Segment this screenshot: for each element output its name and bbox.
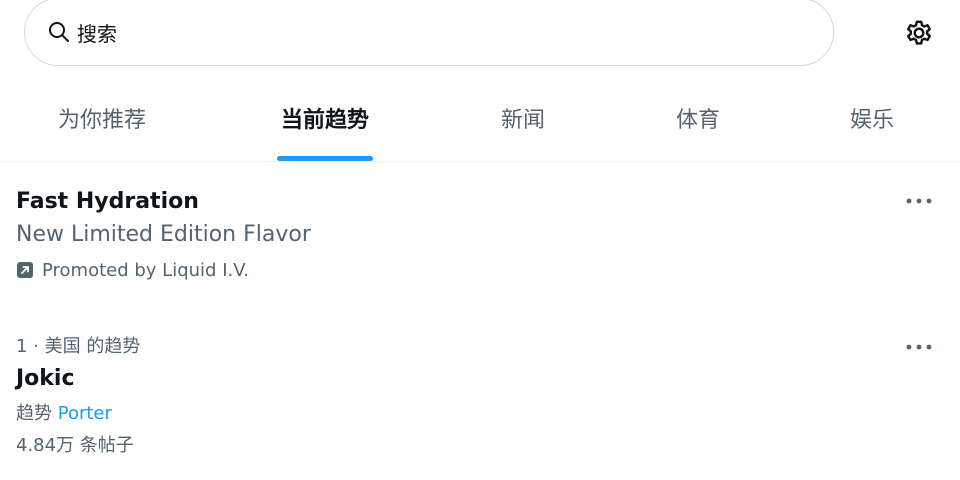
more-horizontal-icon [906,344,932,350]
trend-item[interactable]: 1 · 美国 的趋势 Jokic 趋势 Porter 4.84万 条帖子 [16,333,936,465]
tab-entertainment[interactable]: 娱乐 [784,88,960,161]
tab-label: 娱乐 [849,108,894,133]
tab-bar: 为你推荐 当前趋势 新闻 体育 娱乐 [0,88,960,162]
active-tab-indicator [277,156,373,161]
trend-subtitle: New Limited Edition Flavor [16,222,311,247]
tab-news[interactable]: 新闻 [435,88,611,161]
tab-label: 当前趋势 [280,108,369,133]
tab-label: 体育 [675,108,720,133]
trend-post-count: 4.84万 条帖子 [16,435,134,456]
search-bar[interactable]: 搜索 [24,0,834,66]
more-options-button[interactable] [902,190,936,212]
promoted-arrow-icon [16,261,34,279]
tab-label: 新闻 [500,108,545,133]
promoted-label: Promoted by Liquid I.V. [16,252,936,288]
trend-title: Fast Hydration [16,189,199,214]
trend-related: 趋势 Porter [16,397,936,431]
search-input[interactable]: 搜索 [77,18,117,47]
trend-related-prefix: 趋势 [16,403,52,424]
tab-trending[interactable]: 当前趋势 [237,88,413,161]
promoted-text: Promoted by Liquid I.V. [42,259,249,281]
promoted-trend-item[interactable]: Fast Hydration New Limited Edition Flavo… [16,186,936,296]
tab-for-you[interactable]: 为你推荐 [14,88,190,161]
tab-label: 为你推荐 [57,108,146,133]
tab-sports[interactable]: 体育 [610,88,786,161]
trend-title: Jokic [16,366,75,391]
search-icon [47,20,71,44]
more-horizontal-icon [906,198,932,204]
trend-context: 1 · 美国 的趋势 [16,336,141,357]
gear-icon[interactable] [903,17,935,49]
trend-related-link[interactable]: Porter [58,403,112,424]
more-options-button[interactable] [902,336,936,358]
